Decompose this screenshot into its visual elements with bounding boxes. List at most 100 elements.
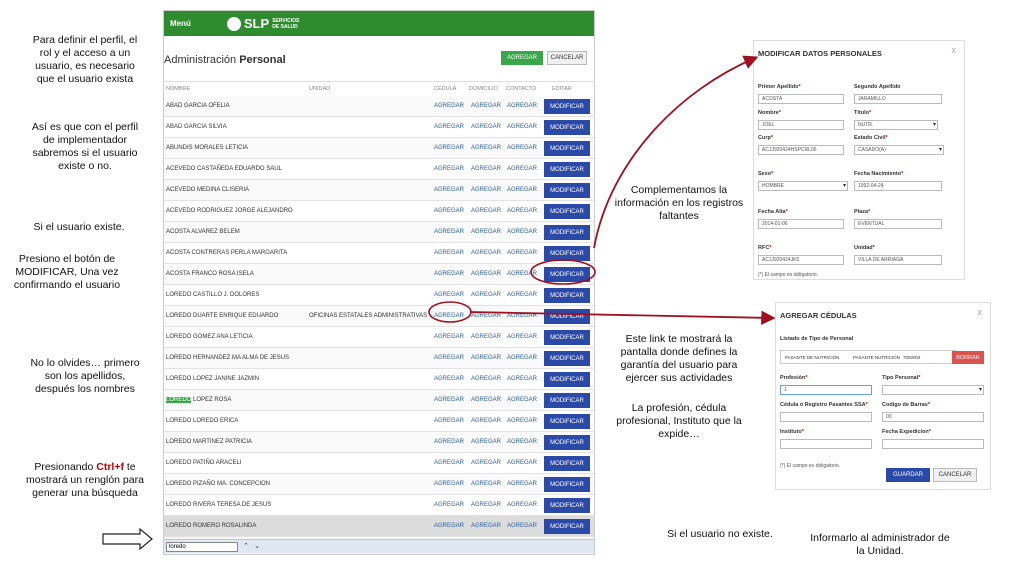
add-contacto-link[interactable]: AGREGAR	[507, 397, 537, 403]
add-cedula-link[interactable]: AGREGAR	[434, 292, 464, 298]
add-cedula-link[interactable]: AGREGAR	[434, 103, 464, 109]
plaza-field[interactable]: EVENTUAL	[854, 219, 942, 229]
add-cedula-link[interactable]: AGREGAR	[434, 145, 464, 151]
add-domicilio-link[interactable]: AGREGAR	[471, 313, 501, 319]
add-domicilio-link[interactable]: AGREGAR	[471, 523, 501, 529]
chevron-up-icon[interactable]: ⌃	[241, 542, 251, 552]
add-domicilio-link[interactable]: AGREGAR	[471, 208, 501, 214]
rfc-field[interactable]: ACJJ920424JK5	[758, 255, 844, 265]
cedula-field[interactable]	[780, 412, 872, 422]
add-cedula-link[interactable]: AGREGAR	[434, 397, 464, 403]
modify-button[interactable]: MODIFICAR	[544, 120, 590, 135]
add-cedula-link[interactable]: AGREGAR	[434, 481, 464, 487]
add-cedula-link[interactable]: AGREGAR	[434, 439, 464, 445]
add-contacto-link[interactable]: AGREGAR	[507, 103, 537, 109]
modify-button[interactable]: MODIFICAR	[544, 99, 590, 114]
curp-field[interactable]: ACJJ920424HSPCRL06	[758, 145, 844, 155]
fecha-nacimiento-field[interactable]: 1992-04-24	[854, 181, 942, 191]
segundo-apellido-field[interactable]: JARAMILLO	[854, 94, 942, 104]
tipo-personal-select[interactable]	[882, 385, 984, 395]
add-domicilio-link[interactable]: AGREGAR	[471, 376, 501, 382]
add-contacto-link[interactable]: AGREGAR	[507, 460, 537, 466]
add-domicilio-link[interactable]: AGREGAR	[471, 334, 501, 340]
add-contacto-link[interactable]: AGREGAR	[507, 376, 537, 382]
add-cedula-link[interactable]: AGREGAR	[434, 376, 464, 382]
add-contacto-link[interactable]: AGREGAR	[507, 481, 537, 487]
add-cedula-link[interactable]: AGREGAR	[434, 334, 464, 340]
delete-button[interactable]: BORRAR	[952, 351, 984, 364]
add-domicilio-link[interactable]: AGREGAR	[471, 166, 501, 172]
sexo-select[interactable]: HOMBRE	[758, 181, 848, 191]
add-cedula-link[interactable]: AGREGAR	[434, 271, 464, 277]
modify-button[interactable]: MODIFICAR	[544, 288, 590, 303]
add-domicilio-link[interactable]: AGREGAR	[471, 439, 501, 445]
modify-button[interactable]: MODIFICAR	[544, 456, 590, 471]
add-cedula-link[interactable]: AGREGAR	[434, 124, 464, 130]
add-cedula-link[interactable]: AGREGAR	[434, 355, 464, 361]
add-contacto-link[interactable]: AGREGAR	[507, 418, 537, 424]
add-domicilio-link[interactable]: AGREGAR	[471, 187, 501, 193]
close-icon[interactable]: x	[952, 45, 957, 55]
add-cedula-link[interactable]: AGREGAR	[434, 187, 464, 193]
add-domicilio-link[interactable]: AGREGAR	[471, 103, 501, 109]
add-cedula-link[interactable]: AGREGAR	[434, 313, 464, 319]
add-contacto-link[interactable]: AGREGAR	[507, 292, 537, 298]
modify-button[interactable]: MODIFICAR	[544, 393, 590, 408]
modify-button[interactable]: MODIFICAR	[544, 351, 590, 366]
modify-button[interactable]: MODIFICAR	[544, 183, 590, 198]
titulo-select[interactable]: NUTR.	[854, 120, 938, 130]
add-domicilio-link[interactable]: AGREGAR	[471, 460, 501, 466]
add-cedula-link[interactable]: AGREGAR	[434, 229, 464, 235]
cancel-button[interactable]: CANCELAR	[933, 468, 977, 482]
modify-button[interactable]: MODIFICAR	[544, 225, 590, 240]
add-cedula-link[interactable]: AGREGAR	[434, 208, 464, 214]
fecha-expedicion-field[interactable]	[882, 439, 984, 449]
add-contacto-link[interactable]: AGREGAR	[507, 334, 537, 340]
add-domicilio-link[interactable]: AGREGAR	[471, 418, 501, 424]
add-contacto-link[interactable]: AGREGAR	[507, 313, 537, 319]
menu-button[interactable]: Menú	[170, 19, 191, 28]
modify-button[interactable]: MODIFICAR	[544, 246, 590, 261]
add-contacto-link[interactable]: AGREGAR	[507, 187, 537, 193]
add-cedula-link[interactable]: AGREGAR	[434, 166, 464, 172]
add-contacto-link[interactable]: AGREGAR	[507, 502, 537, 508]
close-icon[interactable]: x	[978, 307, 983, 317]
modify-button[interactable]: MODIFICAR	[544, 267, 590, 282]
add-contacto-link[interactable]: AGREGAR	[507, 523, 537, 529]
codigo-field[interactable]: 00	[882, 412, 984, 422]
cancel-button[interactable]: CANCELAR	[547, 51, 587, 65]
add-cedula-link[interactable]: AGREGAR	[434, 460, 464, 466]
add-domicilio-link[interactable]: AGREGAR	[471, 292, 501, 298]
add-domicilio-link[interactable]: AGREGAR	[471, 145, 501, 151]
add-contacto-link[interactable]: AGREGAR	[507, 439, 537, 445]
add-contacto-link[interactable]: AGREGAR	[507, 250, 537, 256]
add-domicilio-link[interactable]: AGREGAR	[471, 250, 501, 256]
add-cedula-link[interactable]: AGREGAR	[434, 523, 464, 529]
find-input[interactable]: loredo	[166, 542, 238, 552]
unidad-field[interactable]: VILLA DE ARRIAGA	[854, 255, 942, 265]
modify-button[interactable]: MODIFICAR	[544, 204, 590, 219]
add-cedula-link[interactable]: AGREGAR	[434, 250, 464, 256]
add-contacto-link[interactable]: AGREGAR	[507, 124, 537, 130]
add-contacto-link[interactable]: AGREGAR	[507, 355, 537, 361]
primer-apellido-field[interactable]: ACOSTA	[758, 94, 844, 104]
add-cedula-link[interactable]: AGREGAR	[434, 502, 464, 508]
modify-button[interactable]: MODIFICAR	[544, 330, 590, 345]
modify-button[interactable]: MODIFICAR	[544, 414, 590, 429]
add-domicilio-link[interactable]: AGREGAR	[471, 355, 501, 361]
modify-button[interactable]: MODIFICAR	[544, 372, 590, 387]
add-contacto-link[interactable]: AGREGAR	[507, 208, 537, 214]
add-domicilio-link[interactable]: AGREGAR	[471, 124, 501, 130]
modify-button[interactable]: MODIFICAR	[544, 141, 590, 156]
modify-button[interactable]: MODIFICAR	[544, 477, 590, 492]
estado-civil-select[interactable]: CASADO(A)	[854, 145, 944, 155]
modify-button[interactable]: MODIFICAR	[544, 309, 590, 324]
add-domicilio-link[interactable]: AGREGAR	[471, 271, 501, 277]
add-cedula-link[interactable]: AGREGAR	[434, 418, 464, 424]
profesion-field[interactable]: 1	[780, 385, 872, 395]
modify-button[interactable]: MODIFICAR	[544, 498, 590, 513]
modify-button[interactable]: MODIFICAR	[544, 435, 590, 450]
fecha-alta-field[interactable]: 2014-01-06	[758, 219, 844, 229]
add-domicilio-link[interactable]: AGREGAR	[471, 397, 501, 403]
add-domicilio-link[interactable]: AGREGAR	[471, 481, 501, 487]
